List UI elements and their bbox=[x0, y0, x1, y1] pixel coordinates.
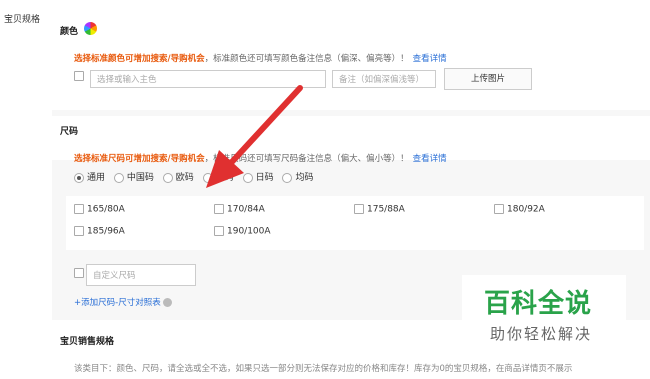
size-option[interactable]: 175/88A bbox=[354, 204, 405, 215]
radio-eu[interactable]: 欧码 bbox=[162, 172, 194, 183]
color-detail-link[interactable]: 查看详情 bbox=[413, 54, 447, 64]
radio-jp-label: 日码 bbox=[255, 173, 274, 183]
sales-note: 该类目下：颜色、尺码，请全选或全不选，如果只选一部分则无法保存对应的价格和库存！… bbox=[74, 364, 573, 374]
size-option[interactable]: 170/84A bbox=[214, 204, 265, 215]
spec-label: 宝贝规格 bbox=[4, 15, 41, 25]
radio-general-dot bbox=[74, 172, 84, 183]
size-option-label: 175/88A bbox=[367, 204, 405, 215]
size-checkbox[interactable] bbox=[354, 204, 364, 214]
sales-title: 宝贝销售规格 bbox=[60, 337, 115, 347]
radio-general[interactable]: 通用 bbox=[74, 172, 106, 183]
size-title: 尺码 bbox=[60, 127, 79, 137]
size-checkbox[interactable] bbox=[74, 226, 84, 236]
watermark-title: 百科全说 bbox=[484, 289, 593, 319]
color-remark-input[interactable]: 备注（如偏深偏浅等） bbox=[332, 70, 436, 88]
radio-eu-label: 欧码 bbox=[175, 173, 194, 183]
main-color-input[interactable]: 选择或输入主色 bbox=[90, 70, 326, 88]
radio-eu-dot bbox=[162, 172, 173, 183]
radio-uk[interactable]: 英码 bbox=[202, 172, 234, 183]
size-hint: 选择标准尺码可增加搜索/导购机会，标准尺码还可填写尺码备注信息（偏大、偏小等）！… bbox=[74, 152, 447, 164]
size-option[interactable]: 180/92A bbox=[494, 204, 545, 215]
radio-uniform-dot bbox=[282, 172, 293, 183]
color-hint-text: ，标准颜色还可填写颜色备注信息（偏深、偏亮等）！ bbox=[204, 54, 409, 64]
color-wheel-icon bbox=[84, 22, 97, 35]
size-options-box: 165/80A 170/84A 175/88A 180/92A 185/96A … bbox=[66, 196, 644, 250]
watermark: 百科全说 助你轻松解决 bbox=[462, 275, 626, 349]
size-hint-emphasis: 选择标准尺码可增加搜索/导购机会 bbox=[74, 154, 205, 164]
size-detail-link[interactable]: 查看详情 bbox=[413, 154, 447, 164]
size-checkbox[interactable] bbox=[214, 204, 224, 214]
color-hint-emphasis: 选择标准颜色可增加搜索/导购机会 bbox=[74, 54, 205, 64]
color-hint: 选择标准颜色可增加搜索/导购机会，标准颜色还可填写颜色备注信息（偏深、偏亮等）！… bbox=[74, 52, 447, 64]
radio-china[interactable]: 中国码 bbox=[113, 172, 154, 183]
radio-uniform[interactable]: 均码 bbox=[282, 172, 314, 183]
radio-general-label: 通用 bbox=[87, 173, 106, 183]
radio-uk-dot bbox=[202, 172, 213, 183]
size-option-label: 190/100A bbox=[227, 226, 271, 237]
upload-image-button[interactable]: 上传图片 bbox=[444, 68, 532, 90]
size-option[interactable]: 190/100A bbox=[214, 226, 271, 237]
size-option[interactable]: 185/96A bbox=[74, 226, 125, 237]
size-option[interactable]: 165/80A bbox=[74, 204, 125, 215]
radio-uk-label: 英码 bbox=[215, 173, 234, 183]
size-option-label: 170/84A bbox=[227, 204, 265, 215]
size-checkbox[interactable] bbox=[494, 204, 504, 214]
color-title: 颜色 bbox=[60, 27, 79, 37]
add-size-chart: +添加尺码-尺寸对照表 bbox=[74, 296, 172, 308]
add-size-chart-link[interactable]: +添加尺码-尺寸对照表 bbox=[74, 298, 161, 308]
size-option-label: 185/96A bbox=[87, 226, 125, 237]
help-icon[interactable] bbox=[162, 298, 172, 307]
color-checkbox[interactable] bbox=[74, 71, 84, 81]
custom-size-input[interactable]: 自定义尺码 bbox=[86, 264, 196, 286]
radio-china-dot bbox=[113, 172, 124, 183]
size-checkbox[interactable] bbox=[74, 204, 84, 214]
color-section: 颜色 选择标准颜色可增加搜索/导购机会，标准颜色还可填写颜色备注信息（偏深、偏亮… bbox=[52, 6, 650, 110]
size-option-label: 165/80A bbox=[87, 204, 125, 215]
size-option-label: 180/92A bbox=[507, 204, 545, 215]
watermark-subtitle: 助你轻松解决 bbox=[490, 325, 593, 343]
custom-size-checkbox[interactable] bbox=[74, 268, 84, 278]
size-standard-radios: 通用 中国码 欧码 英码 日码 均码 bbox=[74, 170, 319, 183]
radio-uniform-label: 均码 bbox=[295, 173, 314, 183]
size-hint-text: ，标准尺码还可填写尺码备注信息（偏大、偏小等）！ bbox=[204, 154, 409, 164]
radio-jp[interactable]: 日码 bbox=[242, 172, 274, 183]
radio-jp-dot bbox=[242, 172, 253, 183]
radio-china-label: 中国码 bbox=[126, 173, 154, 183]
size-checkbox[interactable] bbox=[214, 226, 224, 236]
